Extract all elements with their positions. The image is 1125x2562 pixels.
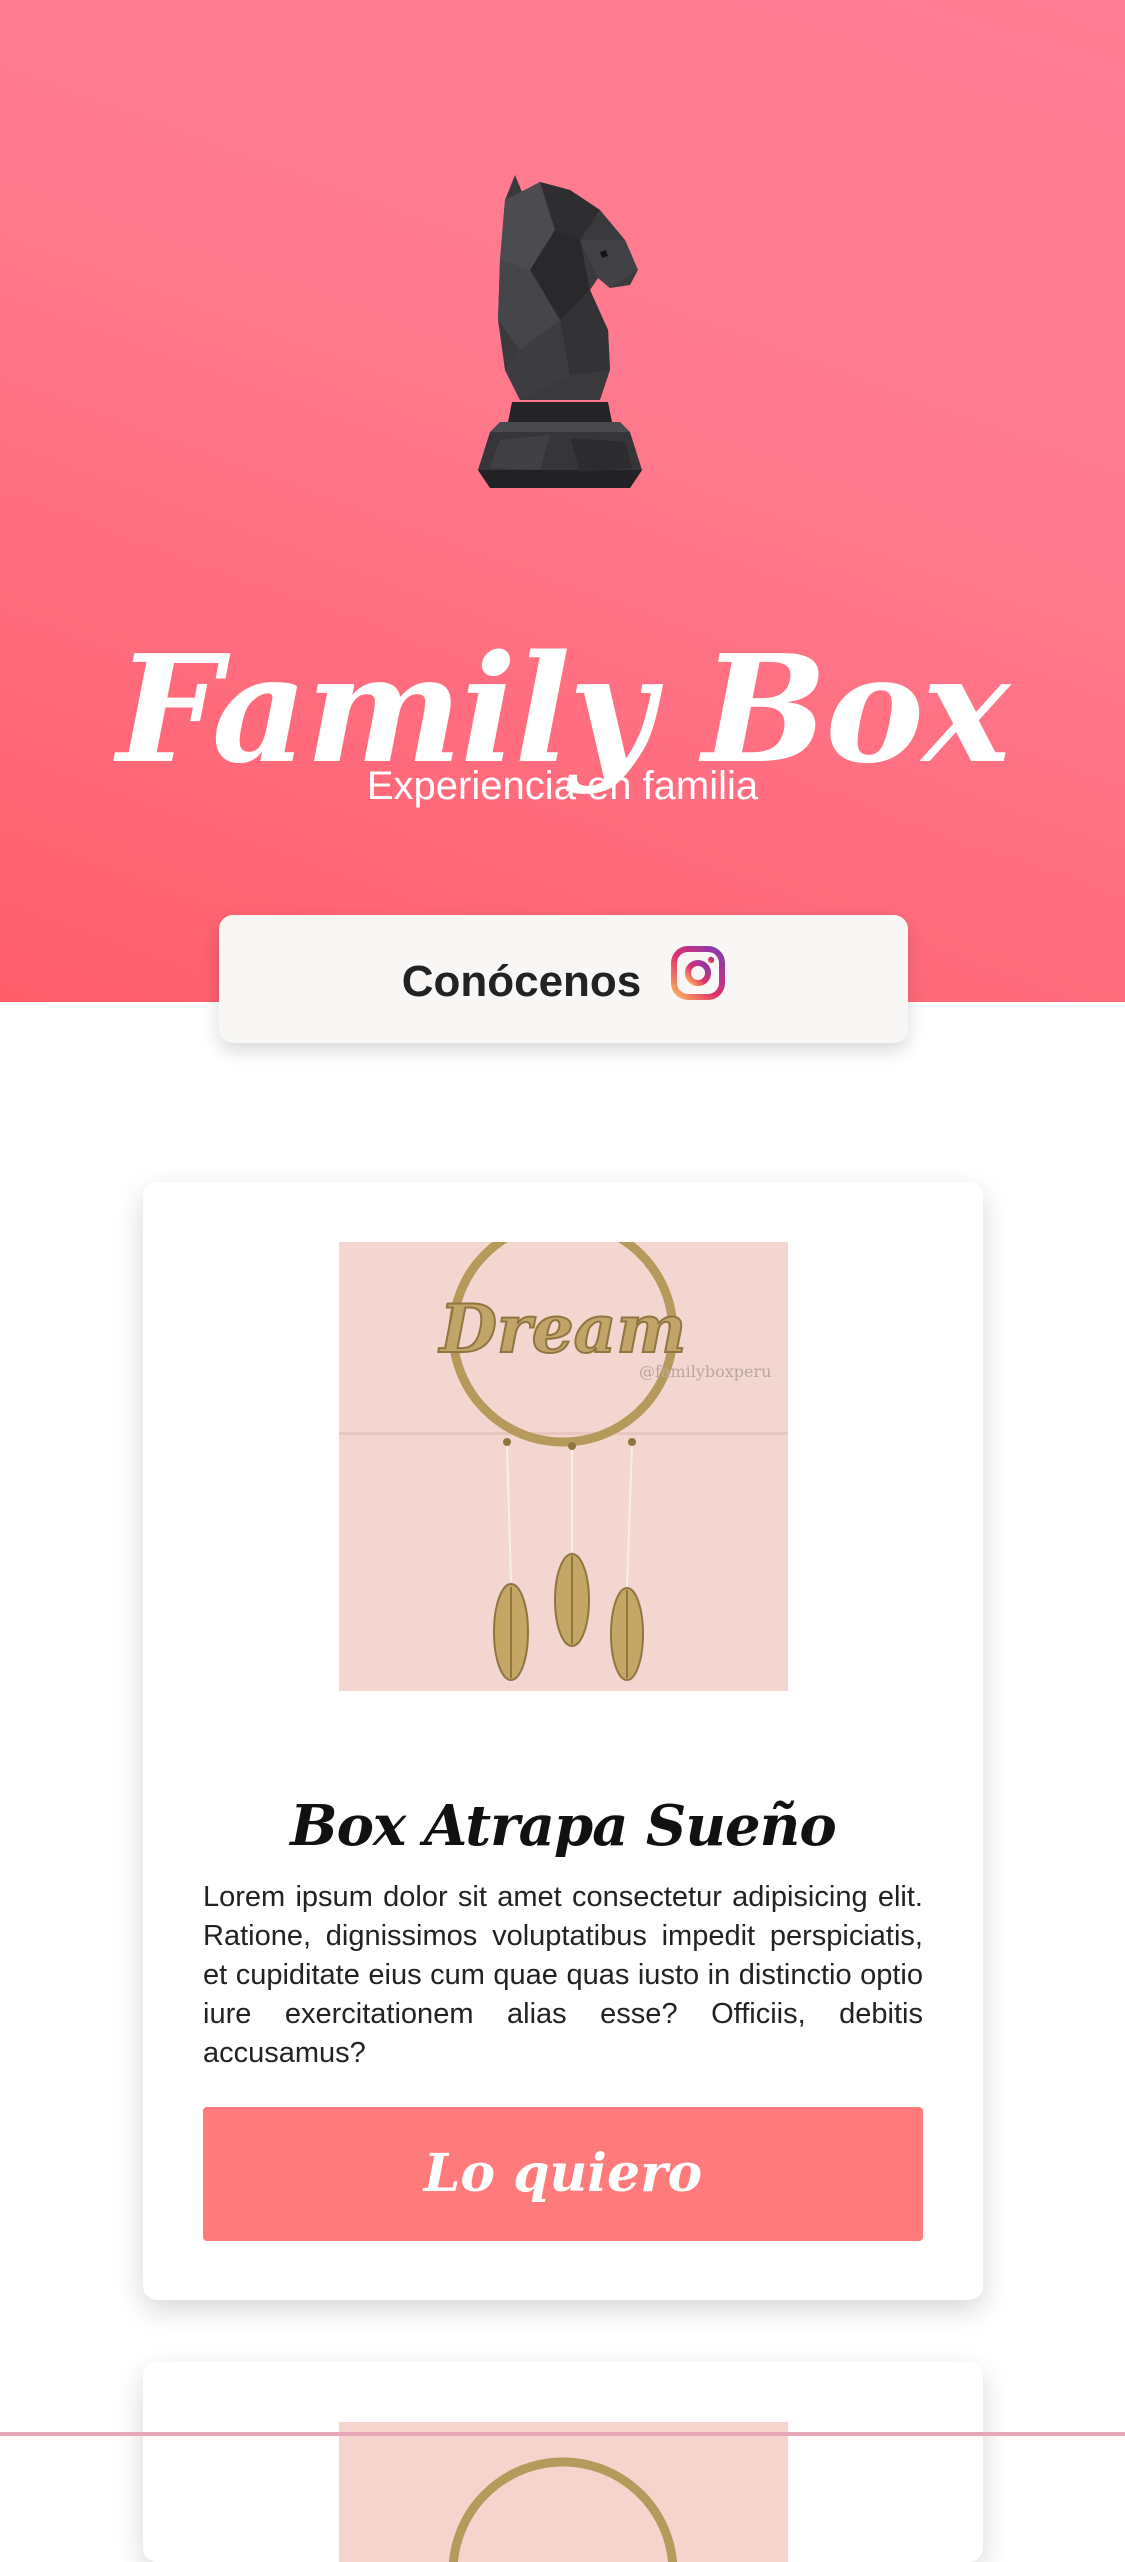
bottom-edge <box>0 2432 1125 2436</box>
about-us-button[interactable]: Conócenos <box>219 915 908 1043</box>
product-title: Box Atrapa Sueño <box>290 1793 836 1860</box>
instagram-icon <box>671 946 726 1000</box>
product-card <box>143 2362 983 2562</box>
product-image-text: Dream <box>438 1290 687 1368</box>
chess-knight-icon <box>478 175 642 488</box>
hero-header: Family Box Experiencia en familia <box>0 0 1125 1002</box>
product-image <box>339 2422 788 2562</box>
product-image-watermark: @familyboxperu <box>639 1362 771 1381</box>
product-card: Dream @familyboxperu Box Atrapa Sueño Lo… <box>143 1182 983 2300</box>
about-us-label: Conócenos <box>401 957 642 1006</box>
product-description: Lorem ipsum dolor sit amet consectetur a… <box>203 1881 923 2069</box>
want-it-button[interactable]: Lo quiero <box>203 2107 923 2241</box>
product-image: Dream @familyboxperu <box>339 1242 788 1691</box>
brand-subtitle: Experiencia en familia <box>366 764 759 808</box>
